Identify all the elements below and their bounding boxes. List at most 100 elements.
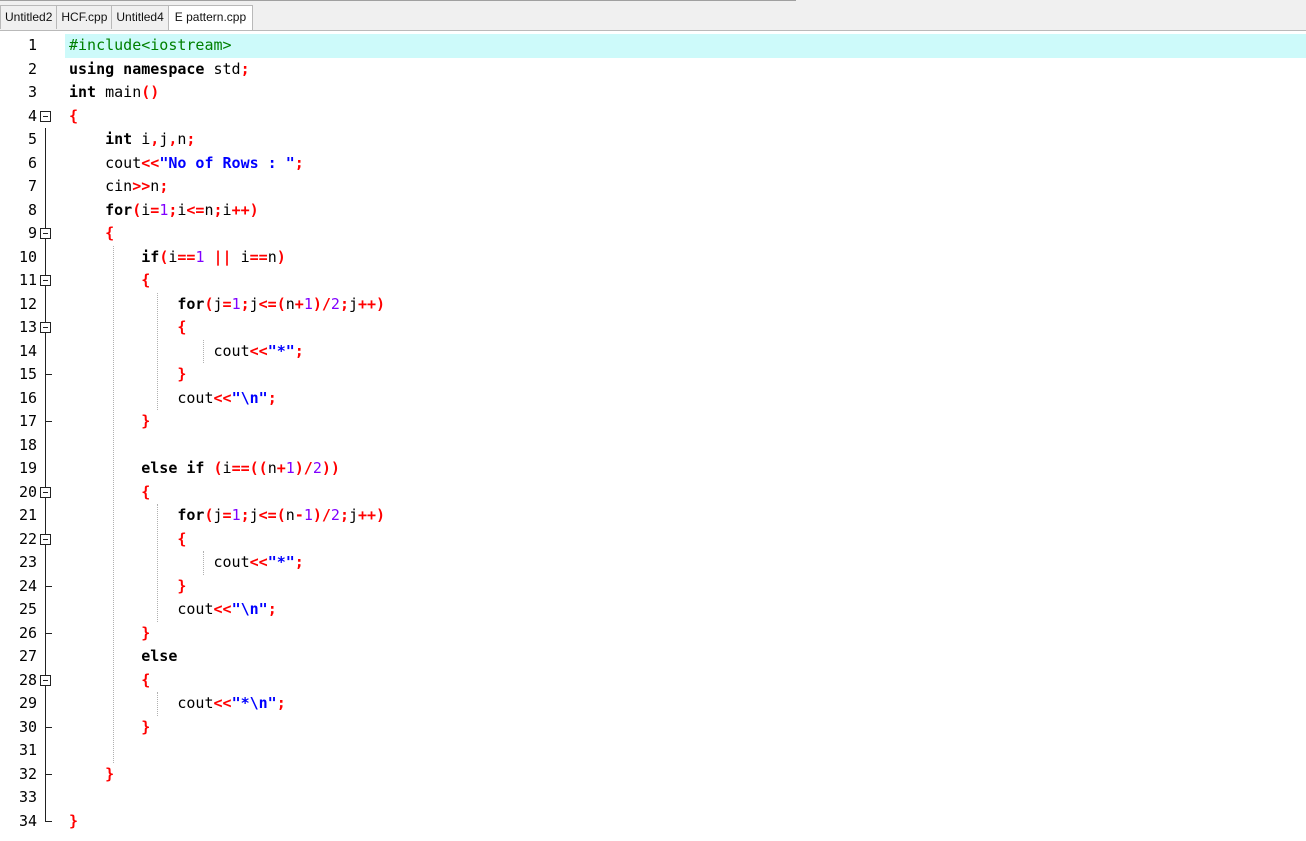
- code-line[interactable]: 34}: [0, 809, 1306, 834]
- code-token: "*": [267, 341, 295, 360]
- fold-guide-line: [45, 292, 46, 316]
- code-line[interactable]: 32 }: [0, 762, 1306, 787]
- code-line[interactable]: 27 else: [0, 645, 1306, 669]
- code-text[interactable]: for(i=1;i<=n;i++): [69, 199, 259, 223]
- code-text[interactable]: #include<iostream>: [69, 34, 232, 58]
- fold-collapse-icon[interactable]: [40, 110, 51, 122]
- code-lines[interactable]: 1 #include<iostream> 2 using namespace std;…: [0, 34, 1306, 833]
- code-line[interactable]: 13 {: [0, 316, 1306, 340]
- code-text[interactable]: int main(): [69, 81, 159, 105]
- code-text[interactable]: }: [69, 363, 186, 387]
- fold-collapse-icon[interactable]: [40, 486, 51, 498]
- code-line[interactable]: 12 for(j=1;j<=(n+1)/2;j++): [0, 292, 1306, 317]
- fold-guide-line: [45, 692, 46, 716]
- code-token: =: [150, 200, 160, 219]
- line-number: 27: [18, 647, 37, 665]
- tab-untitled2[interactable]: Untitled2: [0, 5, 58, 29]
- code-line[interactable]: 10 if(i==1 || i==n): [0, 245, 1306, 270]
- code-token: n: [285, 506, 295, 524]
- code-line[interactable]: 31: [0, 739, 1306, 763]
- line-number: 3: [27, 83, 37, 101]
- code-line[interactable]: 23 cout<<"*";: [0, 551, 1306, 575]
- code-line[interactable]: 1 #include<iostream>: [0, 34, 1306, 58]
- fold-collapse-icon[interactable]: [40, 228, 51, 239]
- code-token: n: [267, 459, 277, 477]
- fold-collapse-icon[interactable]: [40, 322, 51, 333]
- code-text[interactable]: {: [69, 316, 186, 340]
- code-line[interactable]: 22 {: [0, 527, 1306, 552]
- code-line[interactable]: 33: [0, 786, 1306, 810]
- code-text[interactable]: }: [69, 622, 150, 646]
- code-line[interactable]: 25 cout<<"\n";: [0, 598, 1306, 622]
- code-line[interactable]: 17 }: [0, 410, 1306, 434]
- code-token: j: [213, 294, 223, 313]
- fold-collapse-icon[interactable]: [40, 533, 51, 545]
- code-text[interactable]: {: [69, 269, 150, 293]
- code-line[interactable]: 30 }: [0, 715, 1306, 740]
- code-text[interactable]: }: [69, 716, 150, 740]
- code-line[interactable]: 20 {: [0, 480, 1306, 505]
- code-text[interactable]: cout<<"No of Rows : ";: [69, 152, 304, 176]
- code-line[interactable]: 28 {: [0, 668, 1306, 693]
- code-line[interactable]: 15 }: [0, 363, 1306, 387]
- code-line[interactable]: 2 using namespace std;: [0, 58, 1306, 82]
- code-text[interactable]: }: [69, 810, 78, 834]
- code-text[interactable]: else if (i==((n+1)/2)): [69, 457, 340, 481]
- code-text[interactable]: {: [69, 669, 150, 693]
- code-line[interactable]: 8 for(i=1;i<=n;i++): [0, 198, 1306, 223]
- code-line[interactable]: 4{: [0, 105, 1306, 129]
- code-line[interactable]: 6 cout<<"No of Rows : ";: [0, 151, 1306, 176]
- code-text[interactable]: {: [69, 528, 186, 552]
- code-line[interactable]: 19 else if (i==((n+1)/2)): [0, 457, 1306, 481]
- code-token: {: [141, 271, 151, 289]
- code-line[interactable]: 14 cout<<"*";: [0, 339, 1306, 364]
- code-line[interactable]: 11 {: [0, 269, 1306, 293]
- code-text[interactable]: cout<<"\n";: [69, 598, 276, 622]
- code-text[interactable]: }: [69, 763, 114, 787]
- line-number: 30: [18, 717, 37, 736]
- code-text[interactable]: for(j=1;j<=(n-1)/2;j++): [69, 504, 385, 528]
- code-text[interactable]: }: [69, 410, 150, 434]
- code-text[interactable]: using namespace std;: [69, 58, 250, 82]
- code-text[interactable]: {: [69, 222, 114, 246]
- code-text[interactable]: cout<<"\n";: [69, 387, 276, 411]
- fold-collapse-icon[interactable]: [40, 674, 51, 686]
- code-text[interactable]: for(j=1;j<=(n+1)/2;j++): [69, 293, 385, 317]
- code-line[interactable]: 5 int i,j,n;: [0, 128, 1306, 152]
- code-text[interactable]: cout<<"*\n";: [69, 692, 285, 716]
- code-line[interactable]: 9 {: [0, 222, 1306, 246]
- code-text[interactable]: }: [69, 575, 186, 599]
- code-text[interactable]: cout<<"*";: [69, 551, 303, 575]
- code-token: <=(: [258, 294, 286, 313]
- fold-guide-line: [45, 151, 46, 175]
- code-token: (: [213, 459, 223, 477]
- code-line[interactable]: 21 for(j=1;j<=(n-1)/2;j++): [0, 504, 1306, 528]
- tab-hcf-cpp[interactable]: HCF.cpp: [56, 5, 113, 29]
- code-token: j: [159, 130, 169, 148]
- code-text[interactable]: {: [69, 481, 150, 505]
- code-token: 1: [285, 459, 295, 477]
- code-line[interactable]: 24 }: [0, 574, 1306, 599]
- code-text[interactable]: int i,j,n;: [69, 128, 195, 152]
- code-text[interactable]: {: [69, 105, 78, 129]
- code-line[interactable]: 29 cout<<"*\n";: [0, 692, 1306, 716]
- code-line[interactable]: 3 int main(): [0, 81, 1306, 105]
- code-editor[interactable]: 1 #include<iostream> 2 using namespace std;…: [0, 30, 1306, 841]
- code-text[interactable]: if(i==1 || i==n): [69, 246, 286, 270]
- code-text[interactable]: else: [69, 645, 177, 669]
- code-token: 1: [231, 506, 241, 524]
- line-number: 7: [27, 177, 37, 195]
- code-text[interactable]: cin>>n;: [69, 175, 168, 199]
- code-line[interactable]: 7 cin>>n;: [0, 175, 1306, 199]
- code-line[interactable]: 26 }: [0, 621, 1306, 646]
- fold-collapse-icon[interactable]: [40, 275, 51, 286]
- code-text[interactable]: cout<<"*";: [69, 340, 303, 364]
- tab-untitled4[interactable]: Untitled4: [111, 5, 169, 29]
- code-line[interactable]: 18: [0, 433, 1306, 457]
- tab-e-pattern-cpp[interactable]: E pattern.cpp: [167, 5, 254, 30]
- code-line[interactable]: 16 cout<<"\n";: [0, 386, 1306, 411]
